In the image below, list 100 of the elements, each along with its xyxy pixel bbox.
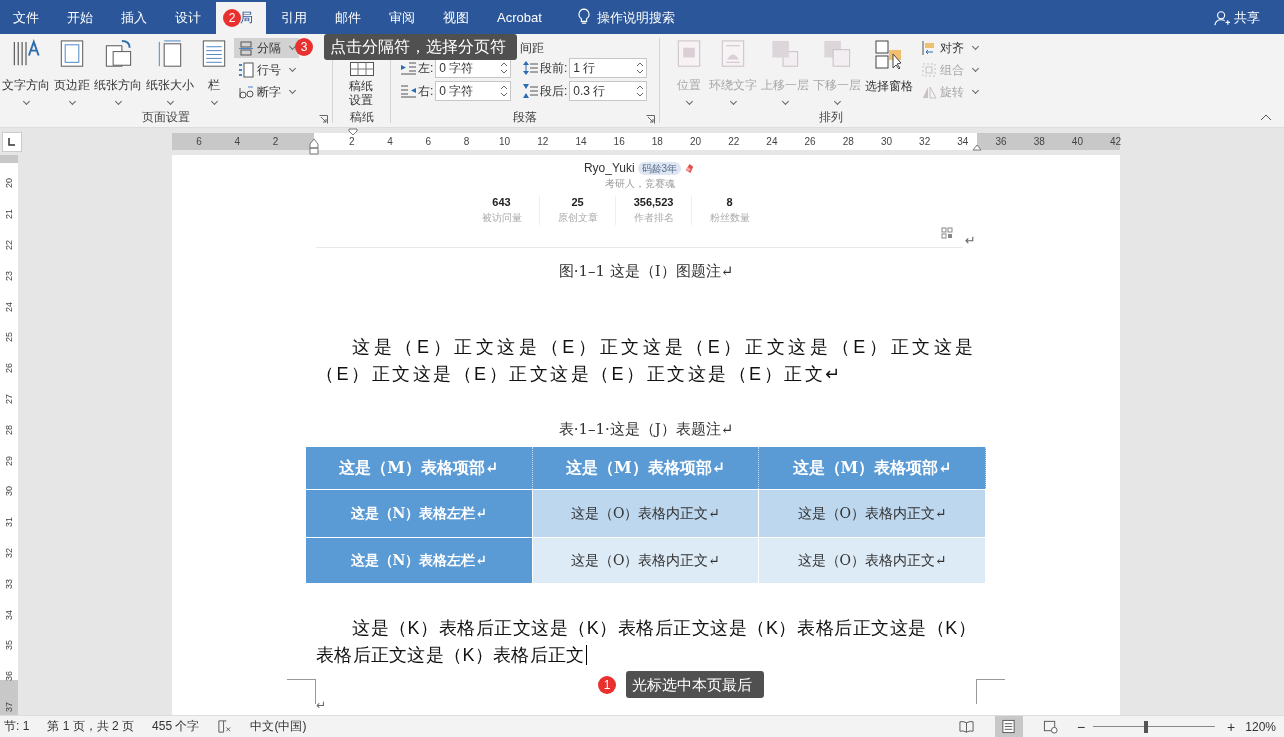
vertical-ruler[interactable]: 20 21 22 23 24 25 26 27 28 29 30 31 32 33 34 35 36 37 [0,155,18,715]
ruler-number: 26 [804,136,816,147]
zoom-in-button[interactable]: + [1227,718,1236,735]
zoom-out-button[interactable]: − [1076,718,1086,735]
ribbon-button[interactable]: 分隔 [234,38,299,58]
ruler-number: 30 [4,486,14,497]
language-indicator[interactable]: 中文(中国) [250,718,307,735]
ribbon-button[interactable]: 纸张方向 [92,38,144,104]
tab-stop-icon[interactable] [2,131,22,152]
ruler-number: 8 [463,136,470,147]
table-header-cell: 这是（M）表格项部↵ [532,447,760,489]
table-cell: 这是（N）表格左栏↵ [306,537,533,583]
hyphenation-icon [238,84,254,100]
tooltip: 光标选中本页最后 [626,671,764,698]
page-layout-icon [1001,719,1017,734]
group-label: 稿纸 [349,108,374,126]
ruler-number: 28 [4,424,14,435]
ruler-number: 4 [234,136,241,147]
ruler-number: 37 [4,701,14,712]
ruler-number: 6 [425,136,431,147]
ruler-number: 20 [4,178,14,189]
ribbon-tab[interactable]: 邮件 [322,2,374,34]
ribbon-tab[interactable]: 视图 [430,2,482,34]
ruler-number: 30 [880,136,893,147]
ruler-number: 20 [689,136,702,147]
share-button[interactable]: 共享 [1234,2,1260,34]
ribbon-tab[interactable]: 审阅 [376,2,428,34]
field-label: 段后: [540,82,568,100]
section-indicator[interactable]: 节: 1 [4,718,30,735]
tell-me-search[interactable]: 操作说明搜索 [596,2,675,34]
ribbon-tab[interactable]: Acrobat [484,2,555,34]
ruler-number: 22 [728,136,740,147]
stat-value: 8 [726,196,733,208]
web-layout-icon [1043,719,1059,734]
ribbon-tab[interactable]: 引用 [268,2,320,34]
field-label: 左: [418,59,434,77]
word-count[interactable]: 455 个字 [152,718,200,735]
spinner-field[interactable]: 0 字符 [435,58,512,78]
ribbon-tab[interactable]: 文件 [0,2,52,34]
ruler-number: 24 [4,301,14,312]
ribbon-button[interactable]: 页边距 [52,38,92,104]
table-cell: 这是（N）表格左栏↵ [306,489,533,537]
text-cursor [585,645,587,665]
ruler-number: 31 [4,517,14,528]
ribbon-button[interactable]: 文字方向 [0,38,52,104]
ribbon-button[interactable]: 行号 [234,60,299,80]
table-caption: 表·1–1·这是（J）表题注↵ [557,419,735,439]
lightbulb-icon [576,8,591,26]
ruler-number: 14 [575,136,587,147]
body-paragraph: 这是（K）表格后正文这是（K）表格后正文这是（K）表格后正文这是（K）表格后正文这是（K）表格后正文 [316,617,976,667]
ribbon-tab[interactable]: 插入 [108,2,160,34]
ruler-number: 18 [651,136,663,147]
step-badge: 3 [295,38,313,56]
ribbon-tab[interactable]: 开始 [54,2,106,34]
grid-paper-icon [349,62,374,76]
section-heading: 间距 [520,39,544,57]
book-icon [959,719,975,734]
ruler-number: 29 [4,455,14,466]
ruler-number: 26 [4,363,14,374]
bring-forward-icon [769,38,801,70]
rotate-icon [921,84,937,100]
ruler-number: 12 [537,136,549,147]
indent-marker-icon[interactable] [972,143,982,151]
ruler-number: 32 [4,547,14,558]
slider-thumb[interactable] [1143,720,1148,733]
ribbon-button[interactable]: 选择窗格 [863,38,915,104]
proofing-icon[interactable] [217,719,233,734]
group-icon [921,62,937,78]
ruler-number: 4 [387,136,393,147]
corner-mark [976,679,1005,704]
ruler-number: 25 [4,332,14,343]
spacing-before-icon [522,60,538,76]
ruler-number: 2 [349,136,355,147]
ribbon-button[interactable]: 对齐 [917,38,982,58]
stat-value: 356,523 [633,196,674,208]
ribbon-button[interactable]: 稿纸设置 [348,79,375,107]
stat-label: 原创文章 [557,211,598,225]
dialog-launcher-icon[interactable] [646,115,655,124]
stat-label: 粉丝数量 [709,211,750,225]
ribbon-tab[interactable]: 设计 [162,2,214,34]
spinner-field[interactable]: 0.3 行 [569,81,648,101]
ribbon-button[interactable]: 断字 [234,82,299,102]
spin-arrows-icon [636,83,645,99]
spin-arrows-icon [500,83,509,99]
field-label: 右: [418,82,434,100]
spinner-field[interactable]: 1 行 [569,58,648,78]
page-indicator[interactable]: 第 1 页，共 2 页 [47,718,135,735]
paragraph-mark: ↵ [316,698,328,712]
ruler-number: 28 [842,136,854,147]
spinner-field[interactable]: 0 字符 [435,81,512,101]
ruler-number: 6 [196,136,202,147]
zoom-level[interactable]: 120% [1245,719,1276,734]
view-button[interactable] [994,715,1023,737]
horizontal-ruler[interactable]: 6 4 2 2 4 6 8 10 12 14 16 18 20 22 24 26 28 30 32 34 36 38 40 42 [172,128,1120,155]
collapse-ribbon-icon[interactable] [1260,113,1272,121]
table-cell: 这是（O）表格内正文↵ [532,537,760,583]
ribbon-button[interactable]: 纸张大小 [144,38,196,104]
spin-arrows-icon [636,60,645,76]
ribbon-button[interactable]: 栏 [196,38,232,104]
dialog-launcher-icon[interactable] [319,115,328,124]
